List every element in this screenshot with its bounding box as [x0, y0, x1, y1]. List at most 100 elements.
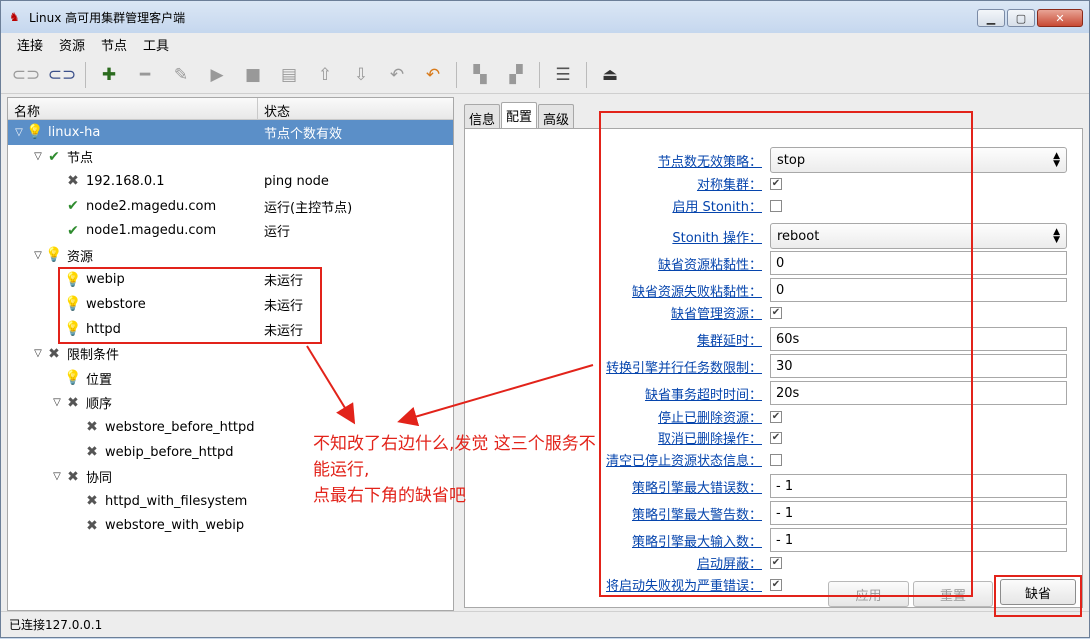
migrate-icon[interactable]: ▤	[274, 60, 304, 90]
tools-icon: ✖	[86, 419, 98, 436]
standby-icon[interactable]: ▚	[465, 60, 495, 90]
expander-icon[interactable]: ▽	[50, 397, 64, 408]
remove-icon[interactable]: ━	[130, 60, 160, 90]
toolbar-separator	[456, 61, 457, 88]
tree-item-label: 资源	[67, 249, 94, 265]
tree-status-cell: ping node	[264, 173, 329, 189]
tree-name-cell: 💡 位置	[8, 369, 258, 388]
tab-config[interactable]: 配置	[501, 102, 538, 129]
toolbar-separator	[586, 61, 587, 88]
undo-icon[interactable]: ↶	[382, 60, 412, 90]
active-icon[interactable]: ▞	[501, 60, 531, 90]
move-down-icon[interactable]: ⇩	[346, 60, 376, 90]
stop-icon[interactable]: ■	[238, 60, 268, 90]
tree-row[interactable]: ✖ webstore_with_webip	[8, 514, 453, 539]
tree-row[interactable]: ✖ 192.168.0.1 ping node	[8, 169, 453, 194]
title-bar: ♞ Linux 高可用集群管理客户端 ▁ ▢ ✕	[1, 1, 1089, 33]
cleanup-icon[interactable]: ✎	[166, 60, 196, 90]
tree-item-label: 192.168.0.1	[86, 173, 165, 189]
tree-name-cell: ✖ webip_before_httpd	[8, 444, 258, 460]
log-icon[interactable]: ☰	[548, 60, 578, 90]
tree-name-cell: ▽ ✖ 限制条件	[8, 344, 258, 364]
tree-row[interactable]: ✔ node1.magedu.com 运行	[8, 218, 453, 243]
highlight-box-config	[599, 111, 973, 597]
tree-item-label: 节点	[67, 151, 94, 167]
tools-icon: ✖	[86, 493, 98, 510]
menu-connect[interactable]: 连接	[9, 35, 51, 54]
combo-arrow-icon: ▲ ▼	[1053, 227, 1060, 245]
expander-icon[interactable]: ▽	[31, 348, 45, 359]
tree-row[interactable]: ▽ ✖ 顺序	[8, 391, 453, 416]
connect-icon[interactable]: ⊂⊃	[11, 60, 41, 90]
close-icon[interactable]: ✕	[1037, 9, 1083, 27]
menu-nodes[interactable]: 节点	[93, 35, 135, 54]
exit-icon[interactable]: ⏏	[595, 60, 625, 90]
expander-icon[interactable]: ▽	[31, 250, 45, 261]
tree-row[interactable]: ▽ 💡 linux-ha 节点个数有效	[8, 120, 453, 145]
tree-row[interactable]: ▽ 💡 资源	[8, 243, 453, 268]
tree-item-label: linux-ha	[48, 124, 101, 140]
tools-icon: ✖	[67, 173, 79, 190]
tools-icon: ✖	[86, 444, 98, 461]
tree-name-cell: ✖ webstore_with_webip	[8, 518, 258, 534]
menu-resources[interactable]: 资源	[51, 35, 93, 54]
tree-item-label: webstore_before_httpd	[105, 419, 255, 435]
tree-name-cell: ✔ node1.magedu.com	[8, 223, 258, 239]
toolbar-separator	[539, 61, 540, 88]
tools-icon: ✖	[67, 394, 79, 411]
bulb-icon: 💡	[64, 370, 82, 387]
move-up-icon[interactable]: ⇧	[310, 60, 340, 90]
tree-header: 名称 状态	[8, 98, 453, 120]
tree-item-label: httpd_with_filesystem	[105, 493, 248, 509]
check-icon: ✔	[67, 198, 79, 215]
add-icon[interactable]: ✚	[94, 60, 124, 90]
minimize-icon[interactable]: ▁	[977, 9, 1005, 27]
tools-icon: ✖	[48, 345, 60, 362]
window-title: Linux 高可用集群管理客户端	[29, 10, 186, 25]
expander-icon[interactable]: ▽	[50, 471, 64, 482]
expander-icon[interactable]: ▽	[12, 127, 26, 138]
window-controls: ▁ ▢ ✕	[977, 9, 1083, 27]
bulb-icon: 💡	[45, 247, 63, 264]
toolbar: ⊂⊃ ⊂⊃ ✚ ━ ✎ ▶ ■ ▤ ⇧ ⇩ ↶ ↶ ▚ ▞ ☰ ⏏	[1, 56, 1089, 94]
tree-row[interactable]: ▽ ✔ 节点	[8, 145, 453, 170]
highlight-box-resources	[58, 267, 322, 344]
cluster-tree: 名称 状态 ▽ 💡 linux-ha 节点个数有效 ▽ ✔ 节点 ✖ 192.168.0.1 pi…	[7, 97, 454, 611]
toolbar-separator	[85, 61, 86, 88]
combo-arrow-icon: ▲ ▼	[1053, 151, 1060, 169]
tree-item-label: 协同	[86, 471, 113, 487]
highlight-box-default-button	[994, 575, 1082, 617]
tree-name-cell: ▽ ✔ 节点	[8, 147, 258, 167]
tree-row[interactable]: ▽ ✖ 限制条件	[8, 341, 453, 366]
tree-status-cell: 运行	[264, 225, 291, 241]
column-header-status[interactable]: 状态	[258, 98, 296, 120]
tree-name-cell: ▽ ✖ 协同	[8, 467, 258, 487]
tree-item-label: node2.magedu.com	[86, 198, 217, 214]
tree-name-cell: ✖ 192.168.0.1	[8, 173, 258, 189]
tree-item-label: 限制条件	[67, 348, 120, 364]
pane-splitter[interactable]	[454, 97, 461, 611]
tree-status-cell: 运行(主控节点)	[264, 200, 353, 216]
tree-row[interactable]: ✔ node2.magedu.com 运行(主控节点)	[8, 194, 453, 219]
maximize-icon[interactable]: ▢	[1007, 9, 1035, 27]
connection-status: 已连接127.0.0.1	[9, 618, 103, 632]
annotation-line-2: 点最右下角的缺省吧	[313, 486, 466, 506]
start-icon[interactable]: ▶	[202, 60, 232, 90]
column-header-name[interactable]: 名称	[8, 98, 258, 120]
disconnect-icon[interactable]: ⊂⊃	[47, 60, 77, 90]
check-icon: ✔	[48, 148, 60, 165]
expander-icon[interactable]: ▽	[31, 151, 45, 162]
menu-tools[interactable]: 工具	[135, 35, 177, 54]
tree-item-label: webstore_with_webip	[105, 518, 245, 534]
tree-item-label: 位置	[86, 372, 113, 388]
tree-item-label: 顺序	[86, 397, 113, 413]
tree-name-cell: ✖ httpd_with_filesystem	[8, 493, 258, 509]
annotation-text: 不知改了右边什么,发觉 这三个服务不能运行, 点最右下角的缺省吧	[313, 431, 603, 509]
redo-icon[interactable]: ↶	[418, 60, 448, 90]
tree-status-cell: 节点个数有效	[264, 126, 343, 142]
status-bar: 已连接127.0.0.1	[1, 611, 1089, 637]
tree-item-label: webip_before_httpd	[105, 444, 234, 460]
tree-name-cell: ✖ webstore_before_httpd	[8, 419, 258, 435]
tree-row[interactable]: 💡 位置	[8, 366, 453, 391]
tools-icon: ✖	[86, 517, 98, 534]
